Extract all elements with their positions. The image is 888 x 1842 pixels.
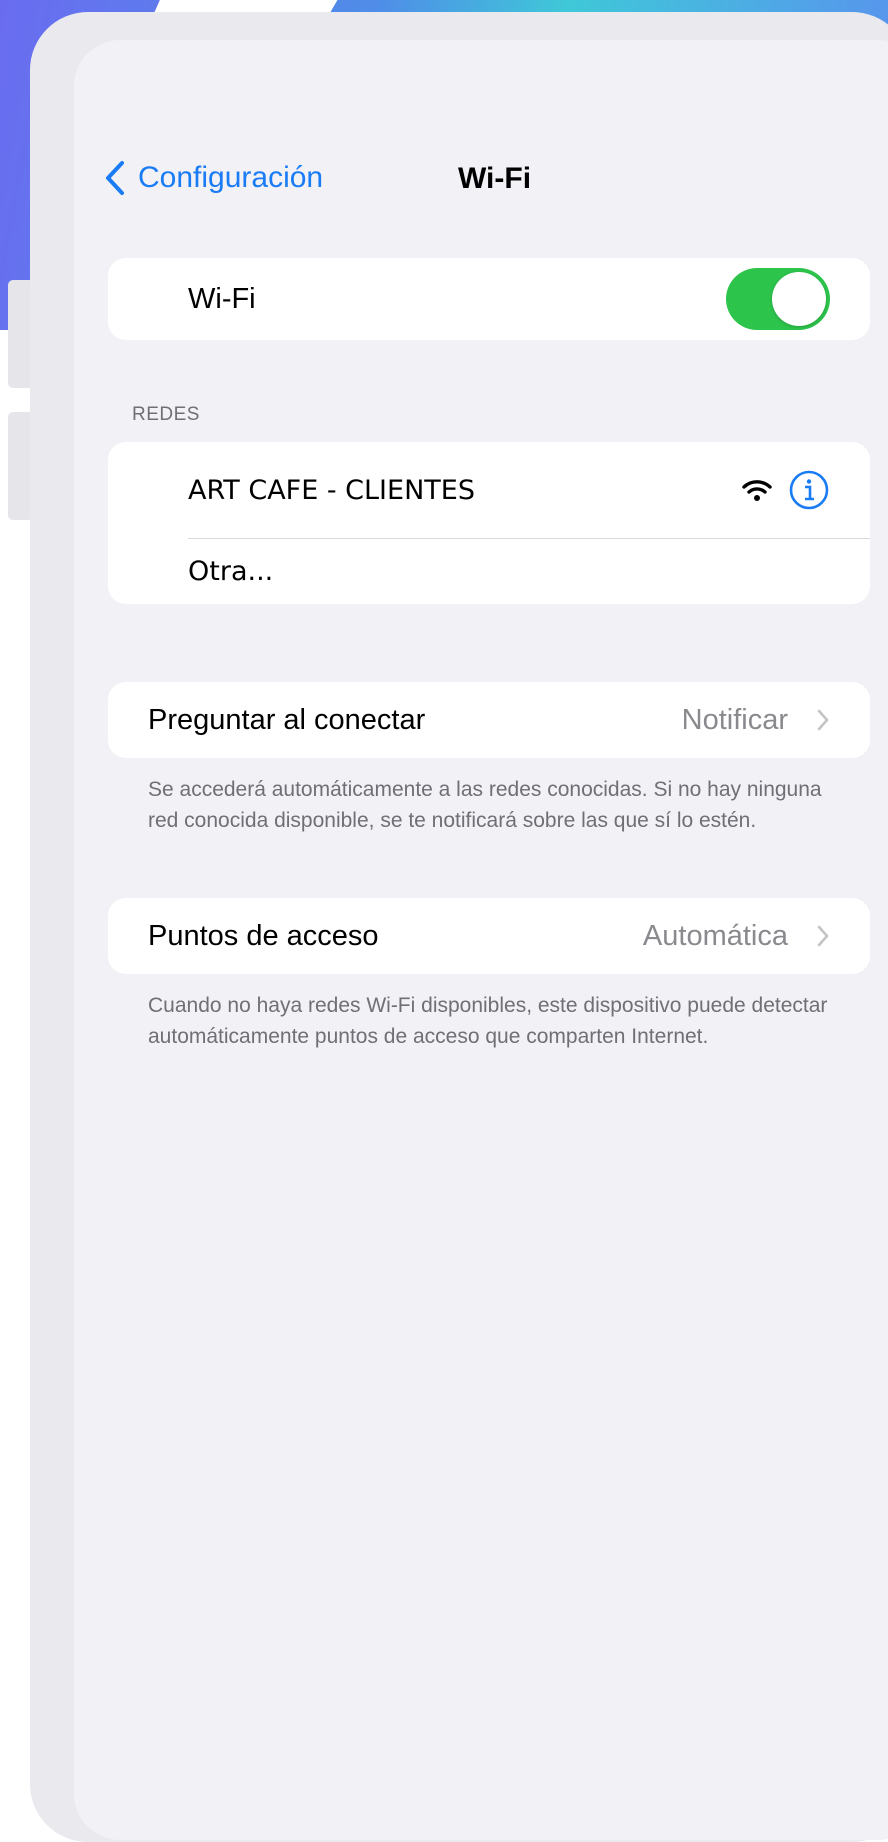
network-name: ART CAFE - CLIENTES: [188, 474, 475, 506]
ask-join-label: Preguntar al conectar: [148, 703, 426, 736]
ask-join-row[interactable]: Preguntar al conectar Notificar: [108, 682, 870, 758]
hotspot-label: Puntos de acceso: [148, 919, 379, 952]
wifi-signal-icon: [742, 480, 772, 501]
phone-frame: Configuración Wi-Fi Wi-Fi REDES ART CAFE…: [30, 12, 888, 1842]
network-row-art-cafe[interactable]: ART CAFE - CLIENTES: [108, 442, 870, 538]
chevron-right-icon: [817, 925, 829, 947]
networks-header: REDES: [132, 404, 200, 425]
wifi-row: Wi-Fi: [108, 258, 870, 340]
chevron-left-icon: [106, 161, 124, 195]
toggle-knob: [772, 272, 826, 326]
ask-join-note: Se accederá automáticamente a las redes …: [148, 778, 822, 832]
networks-group: ART CAFE - CLIENTES Otra...: [108, 442, 870, 604]
wifi-toggle[interactable]: [726, 268, 830, 330]
hotspot-row[interactable]: Puntos de acceso Automática: [108, 898, 870, 974]
network-row-other[interactable]: Otra...: [108, 538, 870, 604]
info-icon[interactable]: [788, 469, 830, 511]
screen: Configuración Wi-Fi Wi-Fi REDES ART CAFE…: [74, 40, 888, 1840]
navigation-bar: Configuración Wi-Fi: [74, 40, 888, 240]
wifi-group: Wi-Fi: [108, 258, 870, 340]
hotspot-value: Automática: [642, 919, 788, 952]
ask-join-value: Notificar: [681, 703, 788, 736]
back-button[interactable]: Configuración: [104, 160, 323, 196]
hotspot-group: Puntos de acceso Automática: [108, 898, 870, 974]
network-icons: [742, 469, 830, 511]
other-network-label: Otra...: [188, 555, 274, 587]
chevron-right-icon: [817, 709, 829, 731]
wifi-label: Wi-Fi: [188, 282, 256, 315]
ask-join-group: Preguntar al conectar Notificar: [108, 682, 870, 758]
hotspot-note: Cuando no haya redes Wi-Fi disponibles, …: [148, 994, 828, 1048]
back-label: Configuración: [138, 161, 324, 194]
page-title: Wi-Fi: [458, 162, 532, 195]
